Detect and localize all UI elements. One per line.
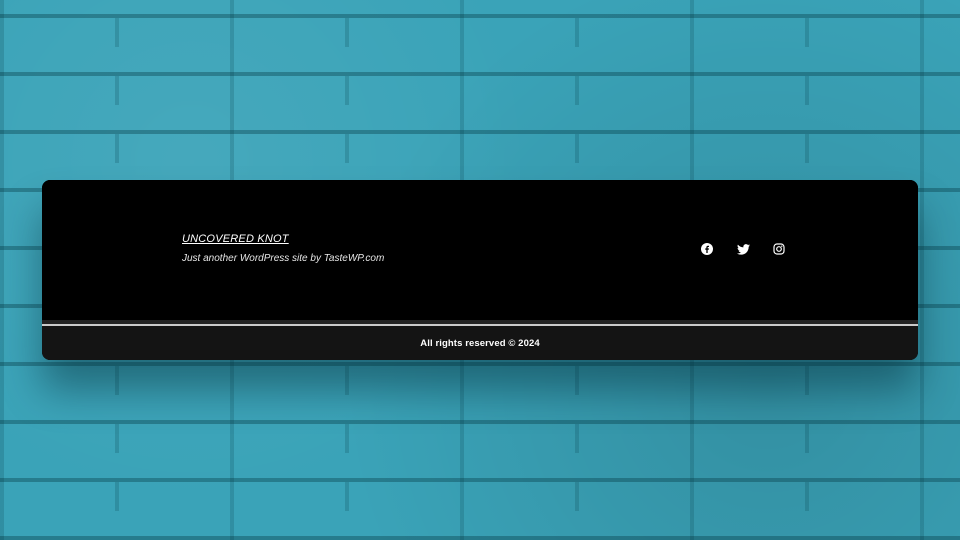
site-tagline: Just another WordPress site by TasteWP.c… [182, 253, 385, 264]
twitter-icon[interactable] [736, 242, 750, 256]
footer-bottom-bar: All rights reserved © 2024 [42, 326, 918, 360]
copyright-text: All rights reserved © 2024 [420, 337, 540, 349]
site-footer: UNCOVERED KNOT Just another WordPress si… [42, 180, 918, 360]
social-links [700, 242, 786, 256]
footer-main: UNCOVERED KNOT Just another WordPress si… [42, 180, 918, 320]
site-title-link[interactable]: UNCOVERED KNOT [182, 233, 289, 245]
instagram-icon[interactable] [772, 242, 786, 256]
facebook-icon[interactable] [700, 242, 714, 256]
